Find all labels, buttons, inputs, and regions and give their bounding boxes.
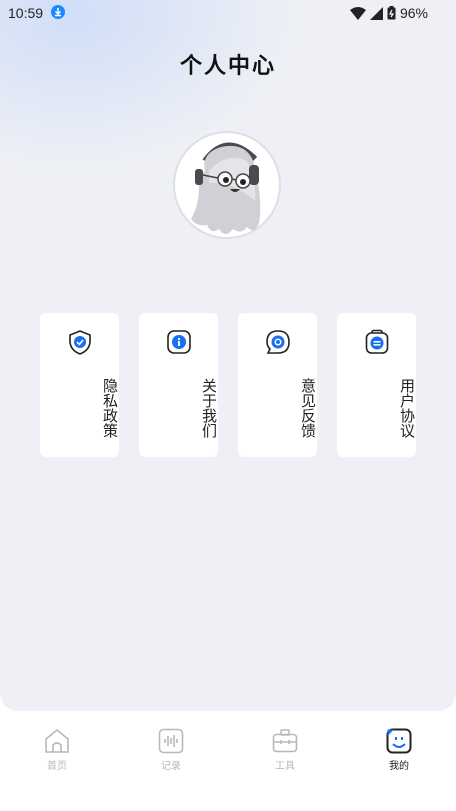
menu-label: 用户协议 (398, 378, 416, 438)
battery-percentage: 96% (399, 5, 428, 21)
profile-face-icon (386, 728, 412, 754)
wifi-icon (349, 6, 366, 20)
toolbox-icon (272, 729, 298, 753)
tab-records[interactable]: 记录 (114, 725, 228, 785)
about-us-card[interactable]: 关于我们 (139, 313, 218, 457)
waveform-icon (158, 728, 184, 754)
tab-label: 工具 (275, 761, 295, 772)
tab-home[interactable]: 首页 (0, 725, 114, 785)
home-icon (45, 728, 69, 753)
tab-label: 记录 (161, 761, 181, 772)
page-title: 个人中心 (179, 54, 276, 79)
info-icon (167, 330, 191, 354)
agreement-icon (365, 329, 389, 354)
tab-mine[interactable]: 我的 (342, 725, 456, 785)
main-area: 10:59 96% 个人中心 隐私政策 关于我们 意见反馈 用户协议 (0, 0, 456, 711)
privacy-policy-card[interactable]: 隐私政策 (40, 313, 119, 457)
feedback-bubble-icon (266, 330, 290, 354)
status-time: 10:59 (8, 5, 44, 21)
battery-icon (387, 6, 396, 20)
bottom-tab-bar: 首页 记录 工具 我的 (0, 711, 456, 811)
menu-label: 意见反馈 (299, 378, 317, 438)
avatar[interactable] (173, 131, 281, 239)
feedback-card[interactable]: 意见反馈 (238, 313, 317, 457)
tab-label: 我的 (389, 761, 409, 772)
cellular-signal-icon (369, 6, 383, 20)
status-bar: 10:59 96% (0, 0, 456, 26)
status-icons: 96% (349, 5, 428, 21)
shield-check-icon (69, 330, 91, 355)
tab-tools[interactable]: 工具 (228, 725, 342, 785)
menu-cards: 隐私政策 关于我们 意见反馈 用户协议 (40, 313, 416, 457)
menu-label: 关于我们 (200, 378, 218, 438)
menu-label: 隐私政策 (101, 378, 119, 438)
download-notification-icon (51, 5, 65, 19)
tab-label: 首页 (47, 761, 67, 772)
user-agreement-card[interactable]: 用户协议 (337, 313, 416, 457)
